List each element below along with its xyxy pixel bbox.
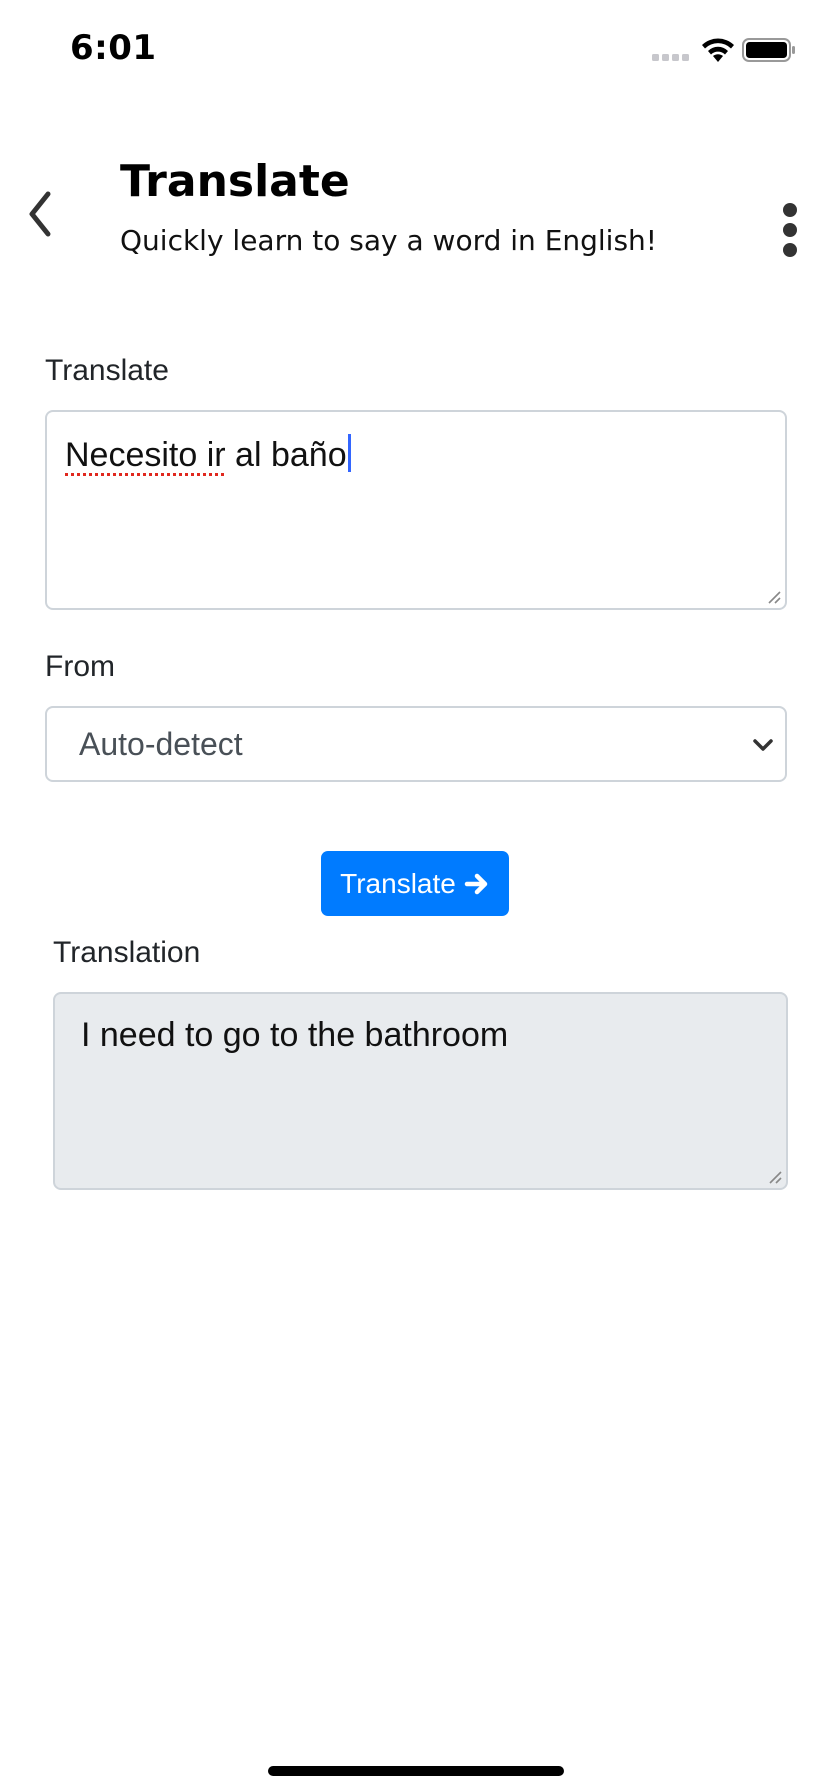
translate-input[interactable]: Necesito ir al baño xyxy=(45,410,787,610)
page-subtitle: Quickly learn to say a word in English! xyxy=(120,224,658,257)
home-indicator xyxy=(268,1766,564,1776)
from-language-select[interactable]: Auto-detect xyxy=(45,706,787,782)
input-text-rest: al baño xyxy=(225,436,347,474)
input-text: Necesito ir al baño xyxy=(65,434,351,474)
translate-button[interactable]: Translate xyxy=(321,851,509,916)
arrow-right-icon xyxy=(464,873,488,894)
resize-handle-icon[interactable] xyxy=(766,1168,782,1184)
text-caret xyxy=(347,434,351,472)
wifi-icon xyxy=(702,38,734,62)
signal-icon xyxy=(652,54,689,61)
from-selected-value: Auto-detect xyxy=(79,726,243,762)
battery-icon xyxy=(742,38,795,62)
app-header: Translate Quickly learn to say a word in… xyxy=(0,140,828,290)
status-time: 6:01 xyxy=(70,28,157,68)
translation-output-label: Translation xyxy=(53,936,201,969)
translate-button-label: Translate xyxy=(340,867,456,899)
chevron-down-icon xyxy=(753,739,773,751)
from-select-label: From xyxy=(45,650,115,683)
status-bar: 6:01 xyxy=(0,0,828,100)
translation-output[interactable]: I need to go to the bathroom xyxy=(53,992,788,1190)
resize-handle-icon[interactable] xyxy=(765,588,781,604)
back-button[interactable] xyxy=(18,184,62,244)
spellcheck-misspelled-text: Necesito ir xyxy=(65,436,226,474)
translate-input-label: Translate xyxy=(45,354,169,387)
more-options-button[interactable] xyxy=(772,198,808,268)
page-title: Translate xyxy=(120,156,350,207)
translation-output-text: I need to go to the bathroom xyxy=(81,1016,509,1054)
